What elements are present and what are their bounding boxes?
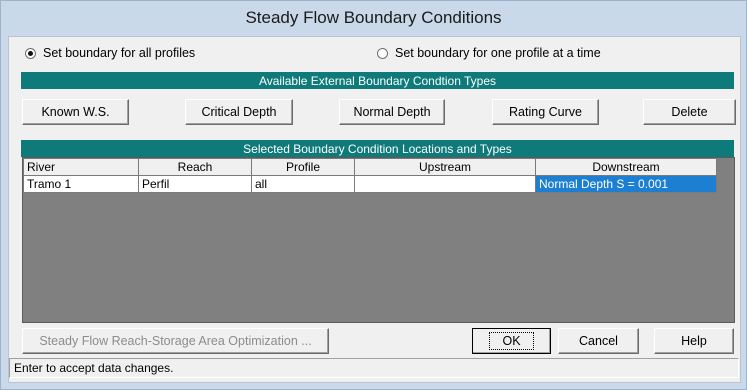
selected-locations-header: Selected Boundary Condition Locations an…: [21, 140, 734, 157]
ok-button-label: OK: [489, 332, 534, 350]
optimization-button[interactable]: Steady Flow Reach-Storage Area Optimizat…: [22, 328, 329, 354]
cell-reach[interactable]: Perfil: [138, 175, 252, 193]
dialog-client: Set boundary for all profiles Set bounda…: [8, 36, 741, 383]
delete-button[interactable]: Delete: [643, 99, 736, 125]
help-button[interactable]: Help: [654, 328, 734, 354]
known-ws-button[interactable]: Known W.S.: [22, 99, 129, 125]
cancel-button[interactable]: Cancel: [558, 328, 639, 354]
radio-one-profile[interactable]: Set boundary for one profile at a time: [377, 43, 601, 63]
available-types-header: Available External Boundary Condtion Typ…: [21, 72, 734, 89]
window-title: Steady Flow Boundary Conditions: [245, 8, 502, 27]
column-header-downstream[interactable]: Downstream: [535, 158, 717, 176]
status-bar: Enter to accept data changes.: [9, 358, 739, 378]
column-header-profile[interactable]: Profile: [251, 158, 355, 176]
cell-profile[interactable]: all: [251, 175, 355, 193]
table-row[interactable]: Tramo 1 Perfil all Normal Depth S = 0.00…: [23, 175, 717, 193]
dialog-window: Steady Flow Boundary Conditions Set boun…: [0, 0, 747, 390]
cell-downstream[interactable]: Normal Depth S = 0.001: [535, 175, 717, 193]
radio-all-profiles[interactable]: Set boundary for all profiles: [25, 43, 195, 63]
cell-upstream[interactable]: [354, 175, 536, 193]
column-header-upstream[interactable]: Upstream: [354, 158, 536, 176]
critical-depth-button[interactable]: Critical Depth: [185, 99, 293, 125]
radio-one-profile-button[interactable]: [377, 47, 388, 59]
cell-river[interactable]: Tramo 1: [23, 175, 139, 193]
normal-depth-button[interactable]: Normal Depth: [339, 99, 445, 125]
column-header-river[interactable]: River: [23, 158, 139, 176]
radio-all-profiles-label: Set boundary for all profiles: [43, 46, 196, 60]
boundary-table: River Reach Profile Upstream Downstream …: [23, 158, 717, 193]
table-header-row: River Reach Profile Upstream Downstream: [23, 158, 717, 176]
radio-all-profiles-button[interactable]: [25, 47, 36, 59]
rating-curve-button[interactable]: Rating Curve: [492, 99, 599, 125]
radio-one-profile-label: Set boundary for one profile at a time: [395, 46, 601, 60]
boundary-grid[interactable]: River Reach Profile Upstream Downstream …: [22, 157, 735, 323]
column-header-reach[interactable]: Reach: [138, 158, 252, 176]
ok-button[interactable]: OK: [472, 328, 551, 354]
